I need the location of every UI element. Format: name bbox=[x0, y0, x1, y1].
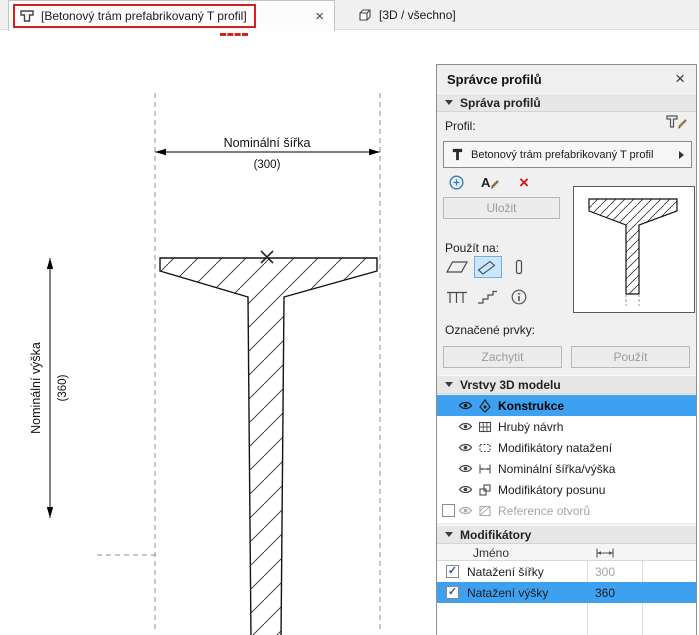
selected-elements-label: Označené prvky: bbox=[445, 323, 535, 337]
layer-checkbox[interactable] bbox=[442, 504, 455, 517]
profile-mini-toolbar: A × bbox=[445, 172, 535, 192]
section-modifiers-label: Modifikátory bbox=[460, 528, 531, 542]
visibility-eye-icon[interactable] bbox=[458, 442, 478, 453]
collapse-triangle-icon bbox=[445, 100, 453, 105]
collapse-triangle-icon bbox=[445, 382, 453, 387]
layer-row-modifikatory-natazeni[interactable]: Modifikátory natažení bbox=[437, 437, 696, 458]
modifier-name: Natažení výšky bbox=[467, 586, 548, 600]
dim-height-label: Nominální výška bbox=[29, 342, 43, 434]
tab-profile-editor[interactable]: [Betonový trám prefabrikovaný T profil] … bbox=[8, 0, 335, 31]
layer-grid-icon bbox=[478, 420, 498, 434]
layers-list: Konstrukce Hrubý návrh bbox=[437, 395, 696, 523]
profile-name: Betonový trám prefabrikovaný T profil bbox=[471, 149, 672, 161]
layer-row-modifikatory-posunu[interactable]: Modifikátory posunu bbox=[437, 479, 696, 500]
tab-bar: [Betonový trám prefabrikovaný T profil] … bbox=[0, 0, 699, 30]
apply-wall-icon[interactable] bbox=[443, 256, 471, 278]
layer-label: Modifikátory natažení bbox=[498, 441, 612, 455]
visibility-eye-icon[interactable] bbox=[458, 421, 478, 432]
layer-label: Modifikátory posunu bbox=[498, 483, 605, 497]
edit-profile-button[interactable] bbox=[664, 112, 690, 135]
profile-preview bbox=[573, 186, 695, 313]
visibility-eye-icon[interactable] bbox=[458, 484, 478, 495]
layer-opening-reference-icon bbox=[478, 504, 498, 518]
layer-label: Reference otvorů bbox=[498, 504, 590, 518]
tab-3d-label: [3D / všechno] bbox=[379, 8, 456, 22]
layer-core-icon bbox=[478, 399, 498, 413]
profile-selector-button[interactable]: Betonový trám prefabrikovaný T profil bbox=[443, 141, 692, 168]
profile-manager-panel: Správce profilů × Správa profilů Profil:… bbox=[436, 64, 697, 635]
panel-close-icon[interactable]: × bbox=[671, 68, 689, 89]
new-profile-button[interactable] bbox=[445, 172, 467, 192]
collapse-triangle-icon bbox=[445, 532, 453, 537]
modifier-checkbox[interactable]: ✓ bbox=[446, 586, 459, 599]
apply-column-icon[interactable] bbox=[505, 256, 533, 278]
dim-height-value: (360) bbox=[57, 374, 69, 401]
apply-button[interactable]: Použít bbox=[571, 346, 690, 368]
panel-titlebar[interactable]: Správce profilů × bbox=[437, 65, 696, 93]
dim-width-label: Nominální šířka bbox=[224, 136, 311, 150]
tab-close-icon[interactable]: × bbox=[313, 9, 326, 24]
layer-row-konstrukce[interactable]: Konstrukce bbox=[437, 395, 696, 416]
annotation-red-box: [Betonový trám prefabrikovaný T profil] bbox=[13, 4, 256, 28]
layer-label: Konstrukce bbox=[498, 399, 564, 413]
layer-label: Hrubý návrh bbox=[498, 420, 563, 434]
layer-nominal-size-icon bbox=[478, 462, 498, 476]
delete-profile-button[interactable]: × bbox=[513, 172, 535, 192]
modifiers-table-header: Jméno bbox=[437, 544, 696, 561]
apply-beam-icon[interactable] bbox=[474, 256, 502, 278]
layer-label: Nominální šířka/výška bbox=[498, 462, 615, 476]
view-3d-tab-icon bbox=[357, 7, 373, 23]
profile-preview-drawing bbox=[574, 187, 694, 312]
modifier-value[interactable]: 360 bbox=[587, 586, 615, 600]
capture-button[interactable]: Zachytit bbox=[443, 346, 562, 368]
apply-railing-icon[interactable] bbox=[443, 286, 471, 308]
section-3d-layers[interactable]: Vrstvy 3D modelu bbox=[437, 375, 696, 394]
apply-stair-icon[interactable] bbox=[474, 286, 502, 308]
layer-row-hruby-navrh[interactable]: Hrubý návrh bbox=[437, 416, 696, 437]
layer-row-nominalni-sirka-vyska[interactable]: Nominální šířka/výška bbox=[437, 458, 696, 479]
tab-profile-label: [Betonový trám prefabrikovaný T profil] bbox=[41, 9, 247, 23]
svg-text:A: A bbox=[481, 175, 491, 190]
section-manage-profiles[interactable]: Správa profilů bbox=[437, 93, 696, 112]
profile-field-label: Profil: bbox=[445, 119, 476, 133]
t-profile-icon bbox=[451, 147, 464, 162]
apply-to-label: Použít na: bbox=[445, 241, 499, 255]
value-column-header-icon bbox=[595, 547, 615, 562]
section-3d-layers-label: Vrstvy 3D modelu bbox=[460, 378, 561, 392]
app-window: [Betonový trám prefabrikovaný T profil] … bbox=[0, 0, 699, 635]
profile-tab-icon bbox=[19, 8, 35, 24]
section-modifiers[interactable]: Modifikátory bbox=[437, 525, 696, 544]
apply-to-icons bbox=[443, 256, 543, 316]
visibility-eye-icon[interactable] bbox=[458, 400, 478, 411]
tab-3d-view[interactable]: [3D / všechno] bbox=[345, 0, 468, 30]
modifier-row-natazeni-vysky[interactable]: ✓ Natažení výšky 360 bbox=[437, 582, 696, 603]
plus-circle-icon bbox=[448, 174, 465, 191]
modifier-checkbox[interactable]: ✓ bbox=[446, 565, 459, 578]
visibility-eye-icon[interactable] bbox=[458, 505, 478, 516]
modifiers-table: Jméno ✓ Natažení šířky 300 ✓ Natažení vý… bbox=[437, 544, 696, 635]
visibility-eye-icon[interactable] bbox=[458, 463, 478, 474]
modifier-name: Natažení šířky bbox=[467, 565, 544, 579]
rename-icon: A bbox=[480, 174, 500, 190]
modifier-value[interactable]: 300 bbox=[587, 565, 615, 579]
panel-title: Správce profilů bbox=[447, 72, 542, 87]
rename-profile-button[interactable]: A bbox=[479, 172, 501, 192]
layer-offset-modifier-icon bbox=[478, 483, 498, 497]
modifier-row-natazeni-sirky[interactable]: ✓ Natažení šířky 300 bbox=[437, 561, 696, 582]
name-column-header: Jméno bbox=[473, 546, 509, 560]
annotation-red-dashes bbox=[220, 33, 248, 36]
dim-width-value: (300) bbox=[254, 159, 281, 171]
edit-profile-icon bbox=[664, 112, 690, 132]
save-button[interactable]: Uložit bbox=[443, 197, 560, 219]
layer-stretch-modifier-icon bbox=[478, 441, 498, 455]
dropdown-arrow-icon bbox=[679, 151, 684, 159]
section-manage-profiles-label: Správa profilů bbox=[460, 96, 541, 110]
info-icon[interactable] bbox=[505, 286, 533, 308]
layer-row-reference-otvoru[interactable]: Reference otvorů bbox=[437, 500, 696, 521]
